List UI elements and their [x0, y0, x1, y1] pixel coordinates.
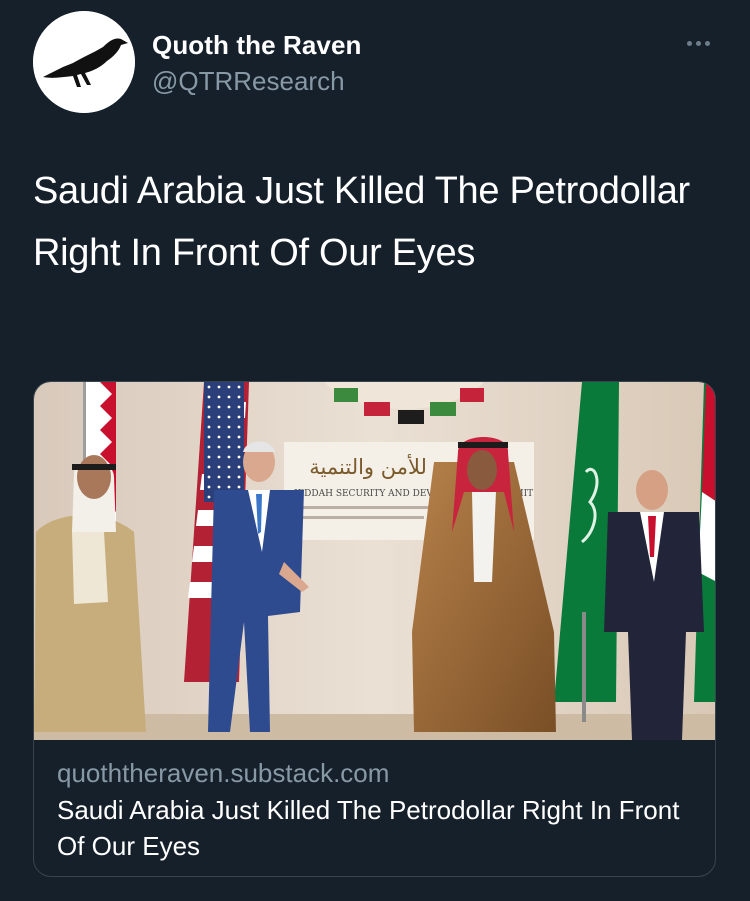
link-card[interactable]: قمة جدة للأمن والتنمية JEDDAH SECURITY A… — [33, 381, 716, 877]
avatar[interactable] — [33, 11, 135, 113]
tweet-text: Saudi Arabia Just Killed The Petrodollar… — [33, 170, 690, 274]
author-handle[interactable]: @QTRResearch — [152, 66, 345, 97]
more-options-button[interactable] — [678, 32, 718, 54]
card-image[interactable]: قمة جدة للأمن والتنمية JEDDAH SECURITY A… — [34, 382, 715, 740]
author-name[interactable]: Quoth the Raven — [152, 30, 362, 61]
more-horizontal-icon — [686, 40, 692, 46]
raven-icon — [33, 11, 135, 113]
more-horizontal-icon — [704, 40, 710, 46]
card-domain[interactable]: quoththeraven.substack.com — [57, 756, 697, 790]
more-horizontal-icon — [695, 40, 701, 46]
card-title[interactable]: Saudi Arabia Just Killed The Petrodollar… — [57, 792, 697, 864]
